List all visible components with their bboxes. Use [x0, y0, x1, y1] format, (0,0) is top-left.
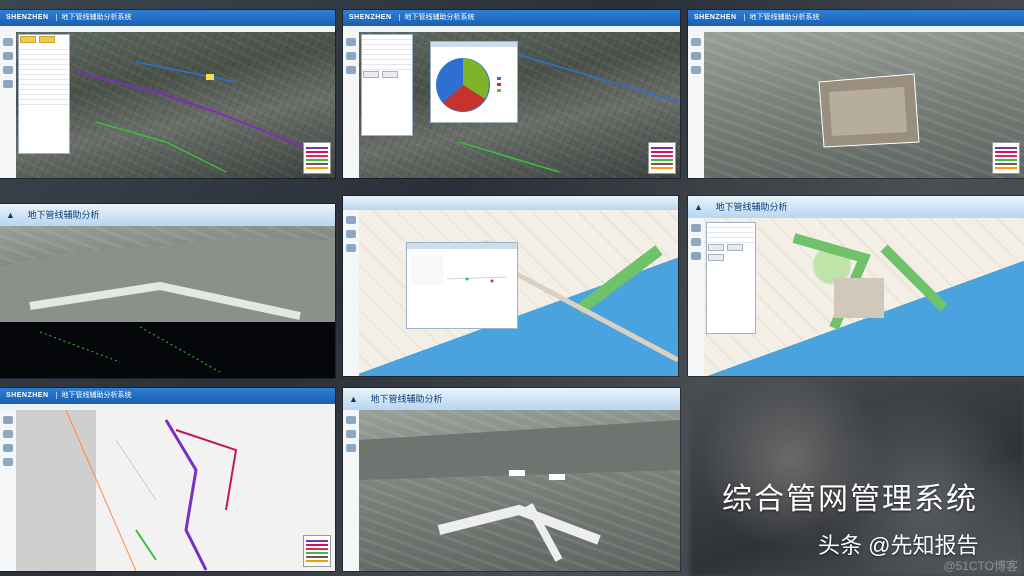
app-header: ▲ 地下管线辅助分析 [343, 388, 680, 410]
browser-header [343, 196, 678, 210]
profile-chart [446, 276, 508, 283]
nav-icon[interactable] [691, 224, 701, 232]
app-header: SHENZHEN 地下管线辅助分析系统 [0, 388, 335, 404]
system-title: 地下管线辅助分析系统 [56, 14, 132, 21]
screenshot-tile-7: SHENZHEN 地下管线辅助分析系统 [0, 388, 335, 571]
map-3d-view[interactable] [704, 32, 1024, 178]
map-3d-view[interactable] [359, 410, 680, 571]
nav-icon[interactable] [3, 52, 13, 60]
pie-chart [436, 58, 501, 112]
screenshot-tile-4: ▲ 地下管线辅助分析 [0, 204, 335, 378]
query-panel[interactable] [18, 34, 70, 154]
nav-icon[interactable] [346, 66, 356, 74]
nav-icon[interactable] [346, 230, 356, 238]
brand-bird-icon: ▲ [694, 202, 703, 212]
nav-icon[interactable] [346, 38, 356, 46]
side-nav[interactable] [343, 210, 360, 376]
nav-icon[interactable] [691, 238, 701, 246]
terrain-overlay [818, 73, 920, 148]
legend [303, 142, 331, 174]
nav-icon[interactable] [3, 38, 13, 46]
legend [992, 142, 1020, 174]
nav-icon[interactable] [691, 252, 701, 260]
watermark: @51CTO博客 [943, 559, 1018, 573]
nav-icon[interactable] [691, 66, 701, 74]
caption-title: 综合管网管理系统 [722, 482, 978, 517]
side-nav[interactable] [0, 32, 17, 178]
side-nav[interactable] [688, 218, 705, 376]
query-button[interactable] [708, 254, 724, 261]
caption-author: 头条 @先知报告 [818, 533, 979, 558]
nav-icon[interactable] [346, 216, 356, 224]
terrain-shape [0, 236, 335, 322]
nav-icon[interactable] [346, 416, 356, 424]
profile-dialog[interactable] [406, 242, 518, 329]
nav-icon[interactable] [346, 52, 356, 60]
nav-icon[interactable] [346, 444, 356, 452]
brand-label: SHENZHEN [349, 14, 392, 21]
side-nav[interactable] [688, 32, 705, 178]
map-3d-view[interactable] [0, 226, 335, 322]
brand-bird-icon: ▲ [349, 394, 358, 404]
system-title: 地下管线辅助分析 [715, 202, 788, 212]
pipe-network [16, 410, 238, 571]
app-header: SHENZHEN 地下管线辅助分析系统 [343, 10, 680, 26]
analysis-panel[interactable] [361, 34, 413, 136]
query-button[interactable] [20, 36, 36, 43]
app-header: SHENZHEN 地下管线辅助分析系统 [0, 10, 335, 26]
underground-view[interactable] [0, 322, 335, 378]
side-nav[interactable] [0, 410, 17, 571]
query-button[interactable] [39, 36, 56, 43]
analysis-button[interactable] [363, 71, 379, 78]
query-button[interactable] [708, 244, 724, 251]
screenshot-tile-5 [343, 196, 678, 376]
system-title: 地下管线辅助分析系统 [399, 14, 475, 21]
app-header: ▲ 地下管线辅助分析 [0, 204, 335, 226]
screenshot-tile-2: SHENZHEN 地下管线辅助分析系统 [343, 10, 680, 178]
pie-chart-dialog[interactable] [430, 41, 518, 123]
screenshot-tile-8: ▲ 地下管线辅助分析 [343, 388, 680, 571]
screenshot-tile-3: SHENZHEN 地下管线辅助分析系统 [688, 10, 1024, 178]
brand-bird-icon: ▲ [6, 210, 15, 220]
nav-icon[interactable] [3, 458, 13, 466]
nav-icon[interactable] [346, 430, 356, 438]
system-title: 地下管线辅助分析系统 [744, 14, 820, 21]
brand-label: SHENZHEN [6, 392, 49, 399]
app-header: SHENZHEN 地下管线辅助分析系统 [688, 10, 1024, 26]
query-panel[interactable] [706, 222, 756, 334]
brand-label: SHENZHEN [694, 14, 737, 21]
brand-label: SHENZHEN [6, 14, 49, 21]
nav-icon[interactable] [346, 244, 356, 252]
nav-icon[interactable] [3, 430, 13, 438]
system-title: 地下管线辅助分析 [370, 394, 443, 404]
underground-lines [39, 326, 221, 373]
system-title: 地下管线辅助分析系统 [56, 392, 132, 399]
system-title: 地下管线辅助分析 [27, 210, 100, 220]
query-button[interactable] [727, 244, 744, 251]
legend [648, 142, 676, 174]
nav-icon[interactable] [3, 416, 13, 424]
nav-icon[interactable] [3, 66, 13, 74]
legend [303, 535, 331, 567]
nav-icon[interactable] [691, 52, 701, 60]
nav-icon[interactable] [3, 80, 13, 88]
side-nav[interactable] [343, 32, 360, 178]
map-2d-view[interactable] [16, 410, 335, 571]
airport-model [359, 420, 680, 562]
side-nav[interactable] [343, 410, 360, 571]
screenshot-tile-1: SHENZHEN 地下管线辅助分析系统 [0, 10, 335, 178]
analysis-button[interactable] [382, 71, 399, 78]
app-header: ▲ 地下管线辅助分析 [688, 196, 1024, 218]
nav-icon[interactable] [3, 444, 13, 452]
screenshot-tile-6: ▲ 地下管线辅助分析 [688, 196, 1024, 376]
nav-icon[interactable] [691, 38, 701, 46]
